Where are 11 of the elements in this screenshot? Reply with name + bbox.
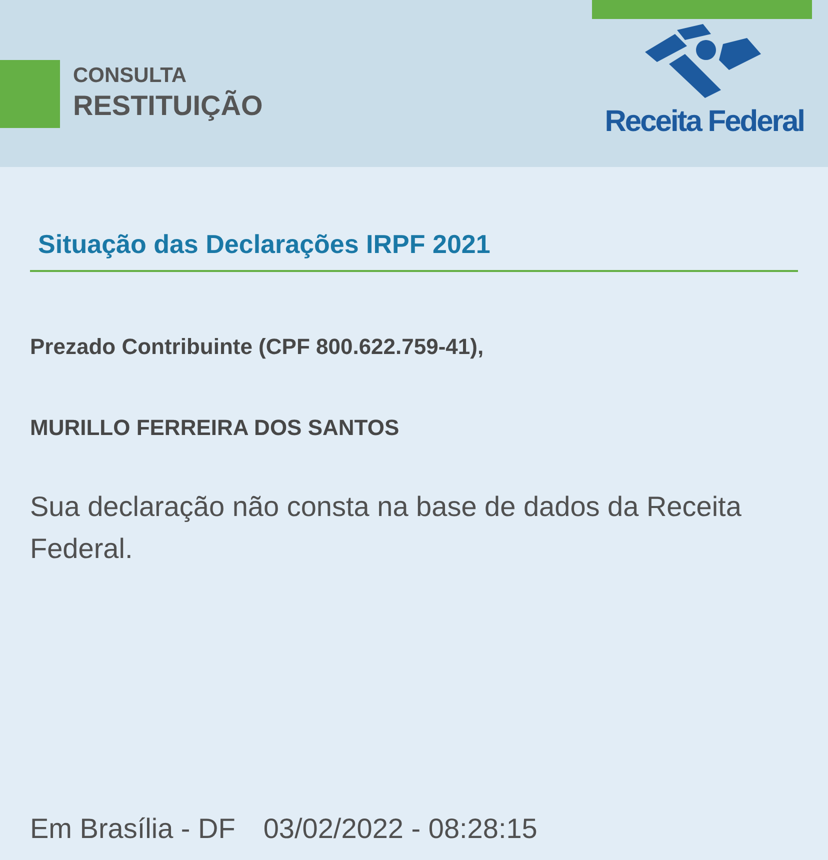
status-message: Sua declaração não consta na base de dados da Receita Federal. [30,490,742,566]
page-title: RESTITUIÇÃO [73,89,263,123]
section-heading: Situação das Declarações IRPF 2021 [30,225,798,272]
location-text: Em Brasília - DF [30,812,236,846]
greeting-text: Prezado Contribuinte (CPF 800.622.759-41), [30,333,485,361]
taxpayer-name: MURILLO FERREIRA DOS SANTOS [30,414,400,442]
emblem-icon [645,24,764,98]
accent-square [0,60,60,128]
page-kicker: CONSULTA [73,63,188,89]
timestamp-text: 03/02/2022 - 08:28:15 [263,812,538,846]
logo-text: Receita Federal [604,106,804,138]
